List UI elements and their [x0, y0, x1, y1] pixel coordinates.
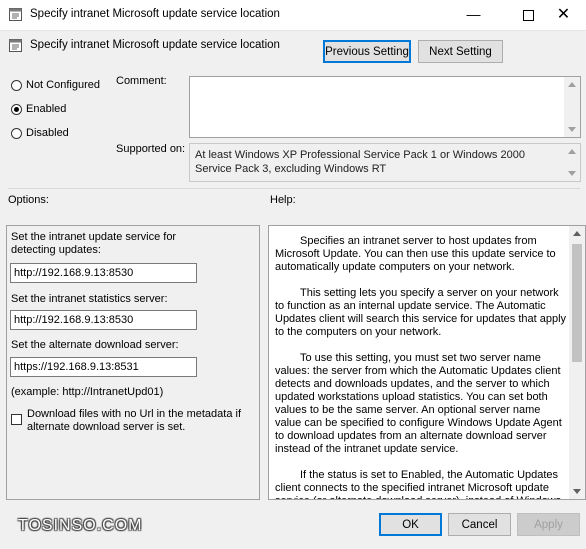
download-no-url-checkbox[interactable]	[11, 414, 22, 425]
scroll-up-icon[interactable]	[573, 231, 581, 236]
next-setting-button[interactable]: Next Setting	[418, 40, 503, 63]
window-title: Specify intranet Microsoft update servic…	[30, 8, 280, 20]
radio-label: Not Configured	[26, 79, 100, 91]
help-label: Help:	[270, 194, 296, 206]
supported-on-box: At least Windows XP Professional Service…	[189, 143, 581, 182]
scroll-thumb[interactable]	[572, 244, 582, 362]
watermark: TOSINSO.COM	[18, 517, 143, 534]
help-paragraph: This setting lets you specify a server o…	[275, 287, 567, 338]
close-button[interactable]: ✕	[541, 0, 586, 30]
help-paragraph: To use this setting, you must set two se…	[275, 352, 562, 455]
radio-not-configured[interactable]: Not Configured	[11, 77, 100, 93]
help-scrollbar[interactable]	[569, 226, 585, 499]
minimize-button[interactable]: —	[451, 0, 496, 30]
help-text: Specifies an intranet server to host upd…	[275, 235, 568, 499]
ok-button[interactable]: OK	[379, 513, 442, 536]
help-panel: Specifies an intranet server to host upd…	[268, 225, 586, 500]
title-bar: Specify intranet Microsoft update servic…	[0, 0, 586, 31]
setting-title: Specify intranet Microsoft update servic…	[30, 39, 280, 51]
stats-server-input[interactable]: http://192.168.9.13:8530	[10, 310, 197, 330]
stats-server-label: Set the intranet statistics server:	[11, 293, 168, 305]
comment-textarea[interactable]	[189, 76, 581, 138]
radio-label: Enabled	[26, 103, 67, 115]
policy-icon	[9, 8, 22, 21]
close-icon: ✕	[556, 6, 571, 23]
radio-circle[interactable]	[11, 127, 22, 139]
policy-icon	[9, 39, 22, 52]
radio-label: Disabled	[26, 127, 69, 139]
example-text: (example: http://IntranetUpd01)	[11, 386, 164, 398]
comment-label: Comment:	[116, 75, 167, 87]
radio-circle[interactable]	[11, 79, 22, 91]
scroll-up-icon[interactable]	[568, 149, 576, 154]
scroll-up-icon[interactable]	[568, 82, 576, 87]
help-paragraph: If the status is set to Enabled, the Aut…	[275, 469, 561, 499]
alternate-server-input[interactable]: https://192.168.9.13:8531	[10, 357, 197, 377]
cancel-button[interactable]: Cancel	[448, 513, 511, 536]
detect-server-label: Set the intranet update service for dete…	[11, 231, 177, 256]
comment-scrollbar[interactable]	[564, 77, 580, 137]
options-panel: Set the intranet update service for dete…	[6, 225, 260, 500]
options-label: Options:	[8, 194, 49, 206]
detect-server-input[interactable]: http://192.168.9.13:8530	[10, 263, 197, 283]
radio-disabled[interactable]: Disabled	[11, 125, 69, 141]
help-paragraph: Specifies an intranet server to host upd…	[275, 235, 556, 273]
radio-enabled[interactable]: Enabled	[11, 101, 66, 117]
supported-on-value: At least Windows XP Professional Service…	[195, 149, 525, 175]
apply-button[interactable]: Apply	[517, 513, 580, 536]
scroll-down-icon[interactable]	[568, 127, 576, 132]
minimize-icon: —	[466, 6, 481, 22]
radio-circle[interactable]	[11, 103, 22, 115]
scroll-down-icon[interactable]	[573, 489, 581, 494]
alternate-server-label: Set the alternate download server:	[11, 339, 179, 351]
download-no-url-label: Download files with no Url in the metada…	[27, 408, 241, 433]
scroll-down-icon[interactable]	[568, 171, 576, 176]
maximize-icon	[523, 9, 534, 21]
supported-on-scrollbar[interactable]	[564, 144, 580, 181]
supported-on-label: Supported on:	[116, 143, 186, 155]
previous-setting-button[interactable]: Previous Setting	[323, 40, 411, 63]
divider	[8, 188, 580, 189]
